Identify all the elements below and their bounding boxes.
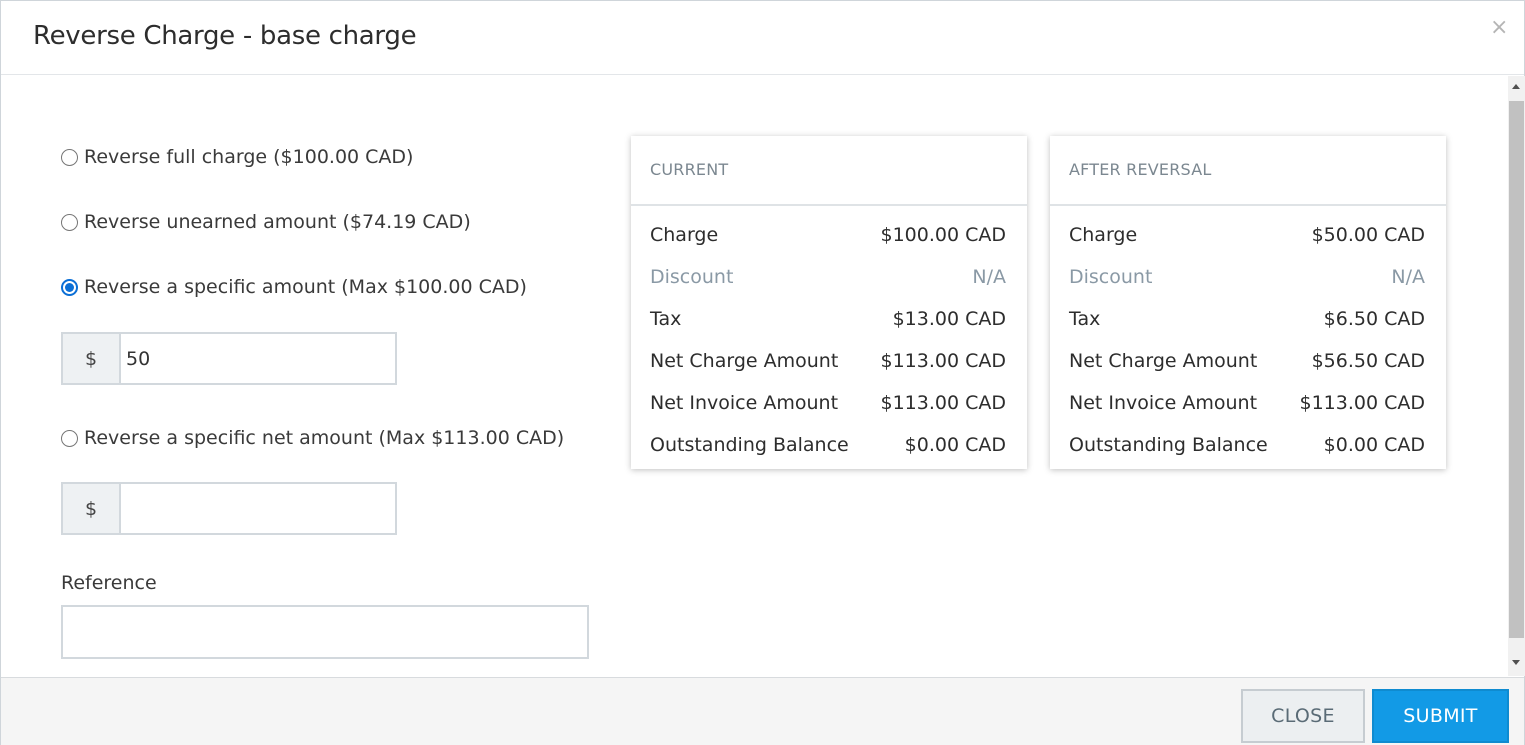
option-reverse-full-charge[interactable]: Reverse full charge ($100.00 CAD) [61,146,413,168]
row-value: $13.00 CAD [892,308,1006,330]
close-button[interactable]: CLOSE [1241,689,1365,743]
summary-row-charge: Charge $50.00 CAD [1069,214,1425,256]
scrollbar-thumb[interactable] [1509,101,1524,638]
row-label: Tax [1069,308,1101,330]
row-value: $113.00 CAD [1299,392,1425,414]
reference-input[interactable] [61,605,589,659]
row-value: $113.00 CAD [880,350,1006,372]
row-label: Discount [1069,266,1153,288]
row-value: $6.50 CAD [1323,308,1425,330]
row-value: $50.00 CAD [1311,224,1425,246]
summary-row-charge: Charge $100.00 CAD [650,214,1006,256]
currency-addon: $ [63,334,121,383]
row-label: Tax [650,308,682,330]
option-reverse-specific-net-amount[interactable]: Reverse a specific net amount (Max $113.… [61,427,564,449]
summary-row-discount: Discount N/A [650,256,1006,298]
row-label: Net Charge Amount [650,350,839,372]
summary-row-net-invoice: Net Invoice Amount $113.00 CAD [650,382,1006,424]
row-value: $0.00 CAD [904,434,1006,456]
dialog-header: Reverse Charge - base charge × [1,1,1524,75]
summary-row-discount: Discount N/A [1069,256,1425,298]
row-value: $0.00 CAD [1323,434,1425,456]
summary-row-outstanding-balance: Outstanding Balance $0.00 CAD [650,424,1006,466]
row-label: Net Invoice Amount [1069,392,1258,414]
row-label: Net Charge Amount [1069,350,1258,372]
vertical-scrollbar[interactable] [1508,76,1525,676]
summary-row-net-charge: Net Charge Amount $113.00 CAD [650,340,1006,382]
row-value: N/A [972,266,1006,288]
dialog-footer: CLOSE SUBMIT [1,677,1524,745]
row-value: N/A [1391,266,1425,288]
option-label: Reverse unearned amount ($74.19 CAD) [84,211,471,233]
row-value: $113.00 CAD [880,392,1006,414]
specific-net-amount-group: $ [61,482,397,535]
option-label: Reverse a specific net amount (Max $113.… [84,427,565,449]
summary-row-net-invoice: Net Invoice Amount $113.00 CAD [1069,382,1425,424]
row-label: Outstanding Balance [650,434,849,456]
row-label: Net Invoice Amount [650,392,839,414]
summary-row-tax: Tax $6.50 CAD [1069,298,1425,340]
dialog-body: Reverse full charge ($100.00 CAD) Revers… [1,76,1508,676]
option-label: Reverse full charge ($100.00 CAD) [84,146,414,168]
specific-amount-group: $ [61,332,397,385]
close-icon[interactable]: × [1490,15,1508,41]
card-heading: CURRENT [631,136,1027,206]
option-reverse-unearned-amount[interactable]: Reverse unearned amount ($74.19 CAD) [61,211,471,233]
row-label: Outstanding Balance [1069,434,1268,456]
scroll-up-arrow-icon[interactable] [1508,82,1525,92]
specific-amount-input[interactable] [121,334,395,383]
reference-label: Reference [61,572,157,594]
row-value: $100.00 CAD [880,224,1006,246]
reverse-charge-dialog: Reverse Charge - base charge × Reverse f… [0,0,1525,745]
summary-row-outstanding-balance: Outstanding Balance $0.00 CAD [1069,424,1425,466]
radio-full-charge[interactable] [61,148,78,166]
dialog-title: Reverse Charge - base charge [33,21,417,51]
scroll-down-arrow-icon[interactable] [1508,658,1525,668]
submit-button[interactable]: SUBMIT [1372,689,1509,743]
radio-specific-amount[interactable] [61,278,78,296]
option-reverse-specific-amount[interactable]: Reverse a specific amount (Max $100.00 C… [61,276,527,298]
row-label: Charge [650,224,719,246]
row-label: Charge [1069,224,1138,246]
option-label: Reverse a specific amount (Max $100.00 C… [84,276,527,298]
row-label: Discount [650,266,734,288]
summary-row-tax: Tax $13.00 CAD [650,298,1006,340]
currency-addon: $ [63,484,121,533]
card-heading: AFTER REVERSAL [1050,136,1446,206]
after-reversal-summary-card: AFTER REVERSAL Charge $50.00 CAD Discoun… [1050,136,1446,469]
summary-row-net-charge: Net Charge Amount $56.50 CAD [1069,340,1425,382]
specific-net-amount-input[interactable] [121,484,395,533]
row-value: $56.50 CAD [1311,350,1425,372]
radio-unearned-amount[interactable] [61,213,78,231]
radio-specific-net-amount[interactable] [61,429,78,447]
current-summary-card: CURRENT Charge $100.00 CAD Discount N/A … [631,136,1027,469]
